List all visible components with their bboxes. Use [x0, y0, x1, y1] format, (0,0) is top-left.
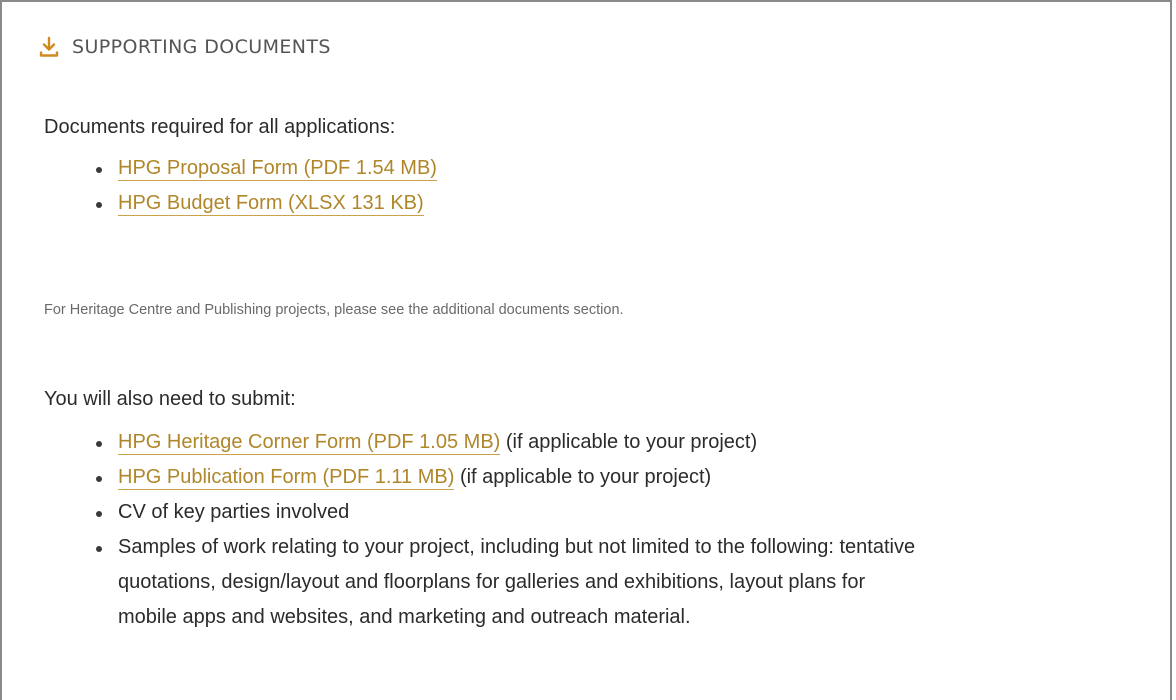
list-item: Samples of work relating to your project… — [44, 530, 915, 635]
budget-form-link[interactable]: HPG Budget Form (XLSX 131 KB) — [118, 192, 424, 216]
list-item: HPG Publication Form (PDF 1.11 MB) (if a… — [44, 460, 915, 495]
list-item: HPG Heritage Corner Form (PDF 1.05 MB) (… — [44, 425, 915, 460]
also-submit-block: You will also need to submit: HPG Herita… — [44, 388, 915, 635]
samples-requirement-line-3: mobile apps and websites, and marketing … — [118, 606, 691, 628]
applicability-note: (if applicable to your project) — [500, 431, 758, 453]
also-submit-intro: You will also need to submit: — [44, 388, 296, 410]
also-submit-list: HPG Heritage Corner Form (PDF 1.05 MB) (… — [44, 425, 915, 635]
required-intro: Documents required for all applications: — [44, 116, 396, 138]
list-item: CV of key parties involved — [44, 495, 915, 530]
supporting-documents-panel: SUPPORTING DOCUMENTS Documents required … — [0, 0, 1172, 700]
required-documents-block: Documents required for all applications:… — [44, 116, 437, 221]
section-header: SUPPORTING DOCUMENTS — [38, 36, 331, 58]
section-title: SUPPORTING DOCUMENTS — [72, 36, 331, 58]
samples-requirement-line-1: Samples of work relating to your project… — [118, 536, 916, 558]
additional-documents-note: For Heritage Centre and Publishing proje… — [44, 302, 624, 318]
download-icon — [38, 36, 60, 58]
required-documents-list: HPG Proposal Form (PDF 1.54 MB) HPG Budg… — [44, 151, 437, 221]
publication-form-link[interactable]: HPG Publication Form (PDF 1.11 MB) — [118, 466, 455, 490]
applicability-note: (if applicable to your project) — [454, 466, 712, 488]
samples-requirement-line-2: quotations, design/layout and floorplans… — [118, 571, 866, 593]
list-item: HPG Proposal Form (PDF 1.54 MB) — [44, 151, 437, 186]
list-item: HPG Budget Form (XLSX 131 KB) — [44, 186, 437, 221]
proposal-form-link[interactable]: HPG Proposal Form (PDF 1.54 MB) — [118, 157, 437, 181]
cv-requirement-text: CV of key parties involved — [118, 501, 350, 523]
heritage-corner-form-link[interactable]: HPG Heritage Corner Form (PDF 1.05 MB) — [118, 431, 501, 455]
